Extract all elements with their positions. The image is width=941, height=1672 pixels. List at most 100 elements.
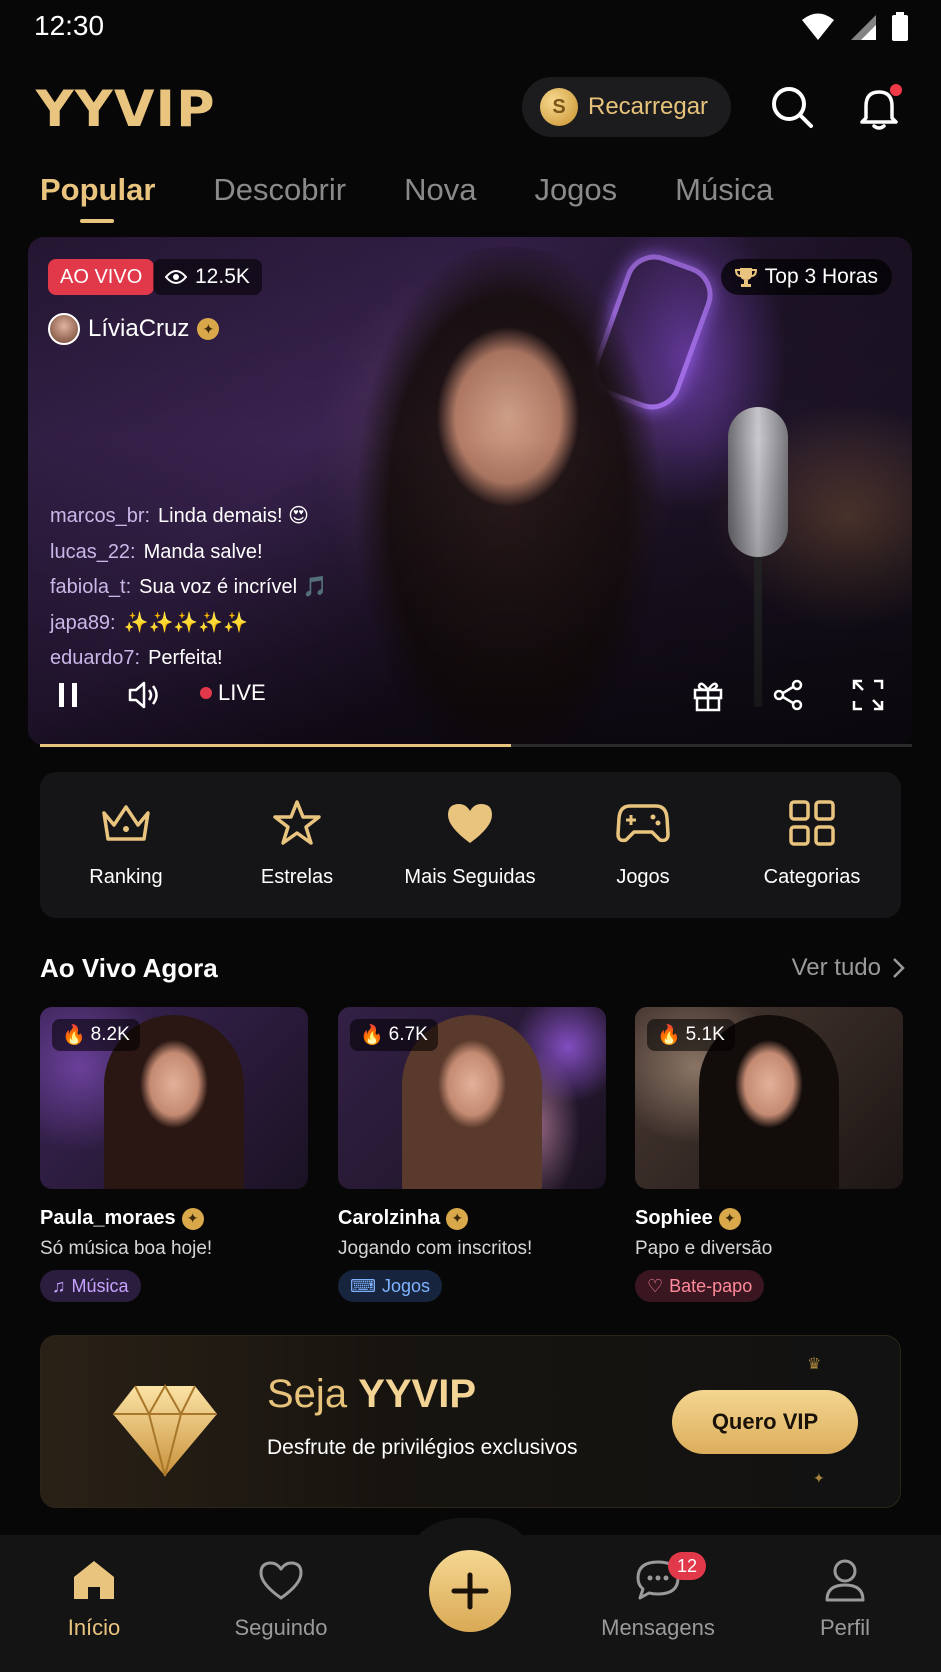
- category-tag[interactable]: ♫ Música: [40, 1270, 141, 1302]
- streamer-name: Paula_moraes: [40, 1207, 176, 1229]
- nav-perfil[interactable]: Perfil: [770, 1555, 920, 1641]
- star-icon: [273, 800, 321, 845]
- verified-badge-icon: ✦: [181, 1207, 204, 1230]
- live-chat: marcos_br: Linda demais! 😍 lucas_22: Manda…: [50, 499, 327, 677]
- tab-descobrir[interactable]: Descobrir: [213, 172, 346, 208]
- quick-jogos[interactable]: Jogos: [563, 796, 723, 889]
- see-all-link[interactable]: Ver tudo: [792, 954, 905, 982]
- player-controls: LIVE: [28, 675, 912, 735]
- live-card-thumbnail: 🔥 5.1K: [635, 1007, 903, 1189]
- tab-nova[interactable]: Nova: [404, 172, 476, 208]
- active-tab-indicator: [80, 219, 114, 223]
- search-icon[interactable]: [767, 82, 817, 132]
- heart-outline-icon: [259, 1561, 303, 1600]
- coin-icon: S: [540, 88, 578, 126]
- nav-seguindo[interactable]: Seguindo: [206, 1555, 356, 1641]
- quick-ranking[interactable]: Ranking: [46, 796, 206, 889]
- vip-title: Seja YYVIP: [267, 1372, 477, 1416]
- fire-icon: 🔥: [360, 1025, 384, 1046]
- viewer-heat: 🔥 6.7K: [350, 1019, 438, 1051]
- streamer-name: Carolzinha: [338, 1207, 441, 1229]
- status-time: 12:30: [34, 10, 105, 41]
- vip-subtitle: Desfrute de privilégios exclusivos: [267, 1436, 578, 1459]
- category-tag[interactable]: ⌨ Jogos: [338, 1270, 443, 1302]
- heart-icon: [448, 804, 492, 843]
- create-live-button[interactable]: [429, 1550, 511, 1632]
- quick-categorias[interactable]: Categorias: [732, 796, 892, 889]
- plus-icon: [451, 1572, 489, 1610]
- chat-message: japa89: ✨✨✨✨✨: [50, 611, 249, 634]
- share-icon[interactable]: [768, 675, 808, 715]
- trophy-icon: [734, 268, 757, 287]
- live-card[interactable]: 🔥 8.2K Paula_moraes ✦ Só música boa hoje! …: [40, 1007, 308, 1302]
- grid-icon: [789, 800, 835, 846]
- ranking-badge[interactable]: Top 3 Horas: [720, 259, 892, 295]
- quick-estrelas[interactable]: Estrelas: [217, 796, 377, 889]
- live-card[interactable]: 🔥 5.1K Sophiee ✦ Papo e diversão ♡ Bate-pap…: [635, 1007, 903, 1302]
- chat-message: fabiola_t: Sua voz é incrível 🎵: [50, 576, 328, 598]
- chat-message: marcos_br: Linda demais! 😍: [50, 505, 309, 527]
- chevron-right-icon: [893, 958, 905, 978]
- chat-message: eduardo7: Perfeita!: [50, 647, 223, 669]
- verified-badge-icon: ✦: [197, 318, 220, 340]
- gift-icon[interactable]: [688, 675, 728, 715]
- user-icon: [825, 1559, 865, 1602]
- verified-badge-icon: ✦: [446, 1207, 469, 1230]
- live-card[interactable]: 🔥 6.7K Carolzinha ✦ Jogando com inscritos!…: [338, 1007, 606, 1302]
- home-icon: [74, 1561, 114, 1599]
- stream-description: Só música boa hoje!: [40, 1238, 213, 1259]
- stream-description: Papo e diversão: [635, 1238, 773, 1259]
- tab-musica[interactable]: Música: [675, 172, 773, 208]
- pause-icon[interactable]: [48, 675, 88, 715]
- nav-inicio[interactable]: Início: [19, 1555, 169, 1641]
- recharge-button[interactable]: S Recarregar: [522, 77, 731, 137]
- quick-mais-seguidas[interactable]: Mais Seguidas: [390, 796, 550, 889]
- ranking-badge-label: Top 3 Horas: [764, 265, 878, 288]
- nav-mensagens[interactable]: Mensagens: [583, 1555, 733, 1641]
- wifi-icon: [802, 13, 834, 40]
- viewer-count: 12.5K: [153, 259, 262, 295]
- category-tabs: Popular Descobrir Nova Jogos Música: [40, 172, 831, 208]
- live-indicator: LIVE: [200, 680, 266, 706]
- live-badge: AO VIVO: [48, 259, 155, 295]
- stream-description: Jogando com inscritos!: [338, 1238, 533, 1259]
- quick-menu: Ranking Estrelas Mais Seguidas Jogos Cat…: [40, 772, 901, 918]
- app-logo: YYVIP: [35, 80, 216, 138]
- live-indicator-label: LIVE: [218, 680, 266, 705]
- section-title: Ao Vivo Agora: [40, 953, 218, 983]
- unread-badge: 12: [668, 1552, 706, 1580]
- gamepad-icon: [616, 804, 670, 843]
- sparkle-icon: ✦: [813, 1470, 825, 1486]
- fire-icon: 🔥: [62, 1025, 86, 1046]
- vip-banner[interactable]: Seja YYVIP Desfrute de privilégios exclu…: [40, 1335, 901, 1508]
- featured-live-player[interactable]: AO VIVO 12.5K Top 3 Horas LíviaCruz ✦ ma…: [28, 237, 912, 745]
- fullscreen-icon[interactable]: [848, 675, 888, 715]
- viewer-heat: 🔥 8.2K: [52, 1019, 140, 1051]
- heart-outline-icon: ♡: [647, 1275, 664, 1296]
- tab-popular[interactable]: Popular: [40, 172, 155, 208]
- small-crown-icon: ♛: [807, 1356, 822, 1373]
- eye-icon: [165, 270, 187, 284]
- crown-icon: [102, 805, 150, 841]
- volume-icon[interactable]: [124, 675, 164, 715]
- verified-badge-icon: ✦: [718, 1207, 741, 1230]
- music-note-icon: ♫: [52, 1275, 66, 1296]
- viewer-heat: 🔥 5.1K: [647, 1019, 735, 1051]
- recharge-label: Recarregar: [588, 93, 709, 120]
- streamer-name: Sophiee: [635, 1207, 713, 1229]
- vip-cta-button[interactable]: Quero VIP: [672, 1390, 858, 1454]
- category-tag[interactable]: ♡ Bate-papo: [635, 1270, 765, 1302]
- signal-icon: [851, 15, 876, 40]
- avatar: [48, 313, 80, 345]
- live-card-thumbnail: 🔥 8.2K: [40, 1007, 308, 1189]
- tab-jogos[interactable]: Jogos: [534, 172, 617, 208]
- notification-dot: [890, 84, 902, 96]
- status-bar: 12:30: [0, 0, 941, 56]
- streamer-info[interactable]: LíviaCruz ✦: [48, 307, 231, 351]
- streamer-name: LíviaCruz: [88, 315, 190, 342]
- viewer-count-value: 12.5K: [195, 265, 250, 288]
- battery-icon: [892, 12, 908, 41]
- live-card-thumbnail: 🔥 6.7K: [338, 1007, 606, 1189]
- player-progress-bar[interactable]: [40, 744, 912, 747]
- fire-icon: 🔥: [657, 1025, 681, 1046]
